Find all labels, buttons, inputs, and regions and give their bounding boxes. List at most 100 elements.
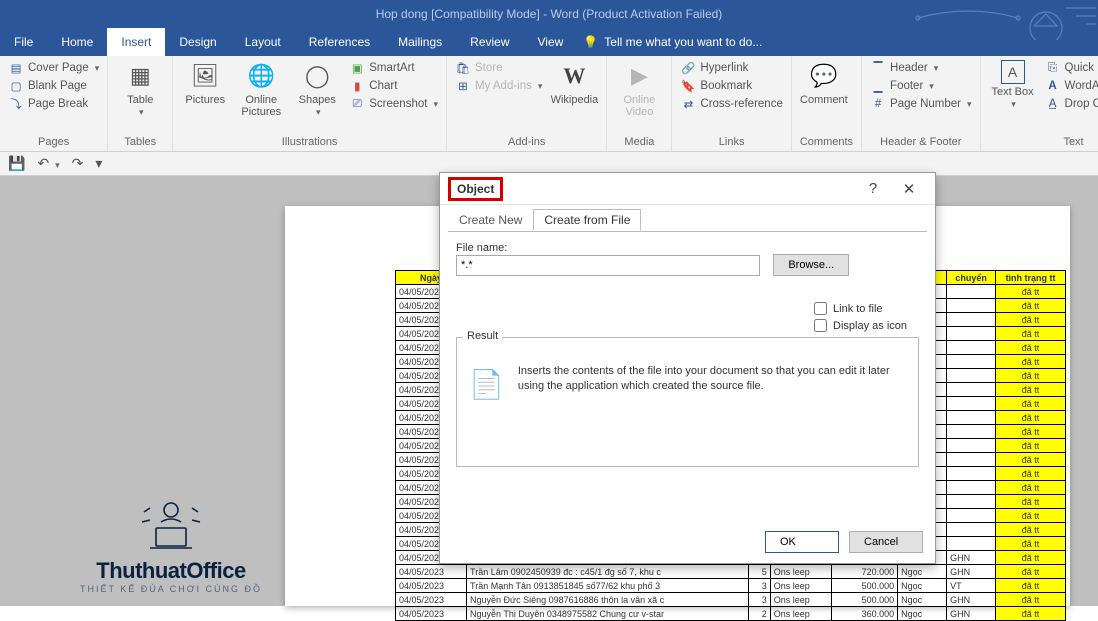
filename-input[interactable] xyxy=(456,255,760,276)
dialog-tabs: Create New Create from File xyxy=(440,209,935,231)
blank-page-icon: ▢ xyxy=(8,78,24,94)
tab-create-from-file[interactable]: Create from File xyxy=(533,209,641,231)
table-row: 04/05/2023Trần Lâm 0902450939 đc : c45/1… xyxy=(396,565,1066,579)
footer-icon: ▁ xyxy=(870,78,886,94)
table-header: chuyển xyxy=(947,271,996,285)
page-number-button[interactable]: #Page Number▾ xyxy=(870,96,972,112)
table-button[interactable]: ▦ Table▾ xyxy=(116,60,164,118)
watermark-title: ThuthuatOffice xyxy=(66,558,276,584)
tab-references[interactable]: References xyxy=(295,28,384,56)
cancel-button[interactable]: Cancel xyxy=(849,531,923,553)
result-label: Result xyxy=(463,330,502,342)
person-laptop-icon xyxy=(136,498,206,554)
result-text: Inserts the contents of the file into yo… xyxy=(518,364,906,394)
watermark-subtitle: THIẾT KẾ ĐÙA CHƠI CÙNG ĐỒ xyxy=(66,584,276,594)
group-comments: 💬Comment Comments xyxy=(792,56,862,151)
chart-button[interactable]: ▮Chart xyxy=(349,78,438,94)
tab-create-new[interactable]: Create New xyxy=(448,209,533,231)
tab-view[interactable]: View xyxy=(524,28,578,56)
dialog-titlebar: Object ? ✕ xyxy=(440,173,935,205)
customize-icon[interactable]: ▾ xyxy=(95,155,102,172)
display-as-icon-checkbox[interactable]: Display as icon xyxy=(814,319,907,332)
wikipedia-icon: W xyxy=(558,60,590,92)
online-pictures-button[interactable]: 🌐Online Pictures xyxy=(237,60,285,118)
screenshot-icon: ⎚ xyxy=(349,96,365,112)
blank-page-button[interactable]: ▢Blank Page xyxy=(8,78,99,94)
group-addins-label: Add-ins xyxy=(455,134,598,151)
hyperlink-icon: 🔗 xyxy=(680,60,696,76)
smartart-icon: ▣ xyxy=(349,60,365,76)
online-pictures-icon: 🌐 xyxy=(245,60,277,92)
ok-button[interactable]: OK xyxy=(765,531,839,553)
page-break-button[interactable]: ⤵Page Break xyxy=(8,96,99,112)
result-icon: 📄 xyxy=(469,364,504,404)
dropcap-icon: A̲ xyxy=(1045,96,1061,112)
bookmark-button[interactable]: 🔖Bookmark xyxy=(680,78,782,94)
filename-label: File name: xyxy=(456,242,507,254)
save-icon[interactable]: 💾 xyxy=(8,155,25,172)
dialog-body: File name: Browse... Link to file Displa… xyxy=(448,231,927,531)
wikipedia-button[interactable]: WWikipedia xyxy=(550,60,598,106)
group-text-label: Text xyxy=(989,134,1098,151)
footer-button[interactable]: ▁Footer▾ xyxy=(870,78,972,94)
video-icon: ▶ xyxy=(623,60,655,92)
cover-page-button[interactable]: ▤Cover Page▾ xyxy=(8,60,99,76)
tab-review[interactable]: Review xyxy=(456,28,523,56)
hyperlink-button[interactable]: 🔗Hyperlink xyxy=(680,60,782,76)
title-bar: Hop dong [Compatibility Mode] - Word (Pr… xyxy=(0,0,1098,28)
table-header: tình trạng tt xyxy=(996,271,1066,285)
dropcap-button[interactable]: A̲Drop Cap▾ xyxy=(1045,96,1098,112)
group-illustrations-label: Illustrations xyxy=(181,134,438,151)
pictures-button[interactable]: 🖼Pictures xyxy=(181,60,229,106)
chart-icon: ▮ xyxy=(349,78,365,94)
tab-mailings[interactable]: Mailings xyxy=(384,28,456,56)
browse-button[interactable]: Browse... xyxy=(773,254,849,276)
table-row: 04/05/2023Trần Mạnh Tân 0913851845 số77/… xyxy=(396,579,1066,593)
tab-file[interactable]: File xyxy=(0,28,47,56)
table-icon: ▦ xyxy=(124,60,156,92)
link-to-file-checkbox[interactable]: Link to file xyxy=(814,302,907,315)
store-button[interactable]: 🛍Store xyxy=(455,60,542,76)
undo-icon[interactable]: ↶ ▾ xyxy=(37,155,59,172)
group-media-label: Media xyxy=(615,134,663,151)
wordart-icon: A xyxy=(1045,78,1061,94)
lightbulb-icon: 💡 xyxy=(583,35,598,49)
group-pages-label: Pages xyxy=(8,134,99,151)
smartart-button[interactable]: ▣SmartArt xyxy=(349,60,438,76)
comment-button[interactable]: 💬Comment xyxy=(800,60,848,106)
group-addins: 🛍Store ⊞My Add-ins▾ WWikipedia Add-ins xyxy=(447,56,607,151)
header-button[interactable]: ▔Header▾ xyxy=(870,60,972,76)
watermark-logo: ThuthuatOffice THIẾT KẾ ĐÙA CHƠI CÙNG ĐỒ xyxy=(66,498,276,594)
tab-insert[interactable]: Insert xyxy=(107,28,165,56)
store-icon: 🛍 xyxy=(455,60,471,76)
tell-me[interactable]: 💡 Tell me what you want to do... xyxy=(583,35,762,49)
textbox-button[interactable]: AText Box▾ xyxy=(989,60,1037,110)
shapes-icon: ◯ xyxy=(301,60,333,92)
shapes-button[interactable]: ◯Shapes▾ xyxy=(293,60,341,118)
pictures-icon: 🖼 xyxy=(189,60,221,92)
group-media: ▶Online Video Media xyxy=(607,56,672,151)
online-video-button[interactable]: ▶Online Video xyxy=(615,60,663,118)
wordart-button[interactable]: AWordArt▾ xyxy=(1045,78,1098,94)
dialog-buttons: OK Cancel xyxy=(765,531,923,553)
addins-icon: ⊞ xyxy=(455,78,471,94)
quick-parts-icon: ⎘ xyxy=(1045,60,1061,76)
screenshot-button[interactable]: ⎚Screenshot▾ xyxy=(349,96,438,112)
ribbon: ▤Cover Page▾ ▢Blank Page ⤵Page Break Pag… xyxy=(0,56,1098,152)
tell-me-label: Tell me what you want to do... xyxy=(604,35,762,49)
redo-icon[interactable]: ↷ xyxy=(72,155,84,172)
my-addins-button[interactable]: ⊞My Add-ins▾ xyxy=(455,78,542,94)
bookmark-icon: 🔖 xyxy=(680,78,696,94)
group-tables: ▦ Table▾ Tables xyxy=(108,56,173,151)
tab-home[interactable]: Home xyxy=(47,28,107,56)
table-row: 04/05/2023Nguyễn Đức Siêng 0987616886 th… xyxy=(396,593,1066,607)
result-box: Result 📄 Inserts the contents of the fil… xyxy=(456,337,919,467)
tab-layout[interactable]: Layout xyxy=(231,28,295,56)
tab-design[interactable]: Design xyxy=(165,28,230,56)
close-button[interactable]: ✕ xyxy=(891,175,927,203)
help-button[interactable]: ? xyxy=(855,175,891,203)
cross-ref-button[interactable]: ⇄Cross-reference xyxy=(680,96,782,112)
group-illustrations: 🖼Pictures 🌐Online Pictures ◯Shapes▾ ▣Sma… xyxy=(173,56,447,151)
quick-parts-button[interactable]: ⎘Quick Parts▾ xyxy=(1045,60,1098,76)
group-text: AText Box▾ ⎘Quick Parts▾ AWordArt▾ A̲Dro… xyxy=(981,56,1098,151)
